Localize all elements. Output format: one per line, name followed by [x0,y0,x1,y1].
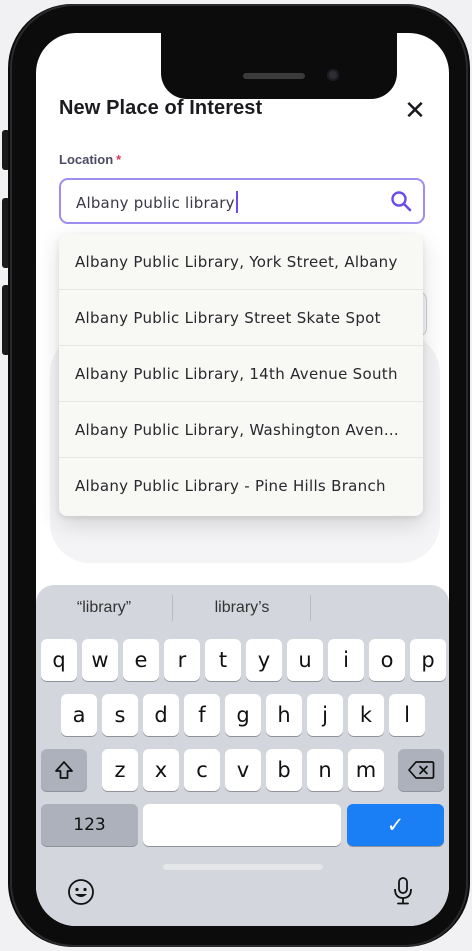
key-d[interactable]: d [143,694,179,736]
submit-key[interactable]: ✓ [347,804,444,846]
key-t[interactable]: t [205,639,241,681]
shift-icon [55,761,73,779]
shift-key[interactable] [41,749,87,791]
suggestion-item[interactable]: Albany Public Library - Pine Hills Branc… [59,458,423,514]
key-r[interactable]: r [164,639,200,681]
search-text: Albany public library [76,194,235,212]
key-v[interactable]: v [225,749,261,791]
key-l[interactable]: l [389,694,425,736]
keyboard: “library” library’s q w e r t y u i o p … [36,585,449,926]
key-x[interactable]: x [143,749,179,791]
key-a[interactable]: a [61,694,97,736]
suggestion-item[interactable]: Albany Public Library Street Skate Spot [59,290,423,346]
suggestions-dropdown: Albany Public Library, York Street, Alba… [59,234,423,516]
key-y[interactable]: y [246,639,282,681]
key-j[interactable]: j [307,694,343,736]
key-h[interactable]: h [266,694,302,736]
key-u[interactable]: u [287,639,323,681]
key-w[interactable]: w [82,639,118,681]
key-z[interactable]: z [102,749,138,791]
key-k[interactable]: k [348,694,384,736]
notch [161,33,397,99]
required-mark: * [116,152,122,167]
key-i[interactable]: i [328,639,364,681]
key-c[interactable]: c [184,749,220,791]
prediction-divider [172,595,173,621]
key-f[interactable]: f [184,694,220,736]
backspace-icon [408,761,435,779]
key-b[interactable]: b [266,749,302,791]
camera [327,69,339,81]
key-e[interactable]: e [123,639,159,681]
delete-key[interactable] [398,749,444,791]
key-q[interactable]: q [41,639,77,681]
numbers-key[interactable]: 123 [41,804,138,846]
key-g[interactable]: g [225,694,261,736]
microphone-icon[interactable] [391,875,415,907]
location-label: Location * [59,152,121,167]
suggestion-item[interactable]: Albany Public Library, Washington Avenue [59,402,423,458]
prediction-divider [310,595,311,621]
page-title: New Place of Interest [59,97,263,119]
key-m[interactable]: m [348,749,384,791]
location-search-input[interactable]: Albany public library [59,178,425,224]
speaker [243,73,305,79]
search-icon[interactable] [389,189,413,213]
prediction-2[interactable]: library’s [177,599,307,617]
location-label-text: Location [59,152,114,167]
screen: New Place of Interest ✕ Location * Albany… [36,33,449,926]
location-search-value[interactable]: Albany public library [76,191,238,213]
key-o[interactable]: o [369,639,405,681]
predictive-bar: “library” library’s [36,585,449,631]
key-s[interactable]: s [102,694,138,736]
close-icon[interactable]: ✕ [402,97,428,123]
prediction-1[interactable]: “library” [39,599,169,617]
text-cursor [235,191,238,213]
key-n[interactable]: n [307,749,343,791]
key-p[interactable]: p [410,639,446,681]
suggestion-item[interactable]: Albany Public Library, York Street, Alba… [59,234,423,290]
space-key[interactable] [143,804,341,846]
emoji-icon[interactable] [66,877,96,907]
home-indicator [163,864,323,870]
suggestion-item[interactable]: Albany Public Library, 14th Avenue South [59,346,423,402]
